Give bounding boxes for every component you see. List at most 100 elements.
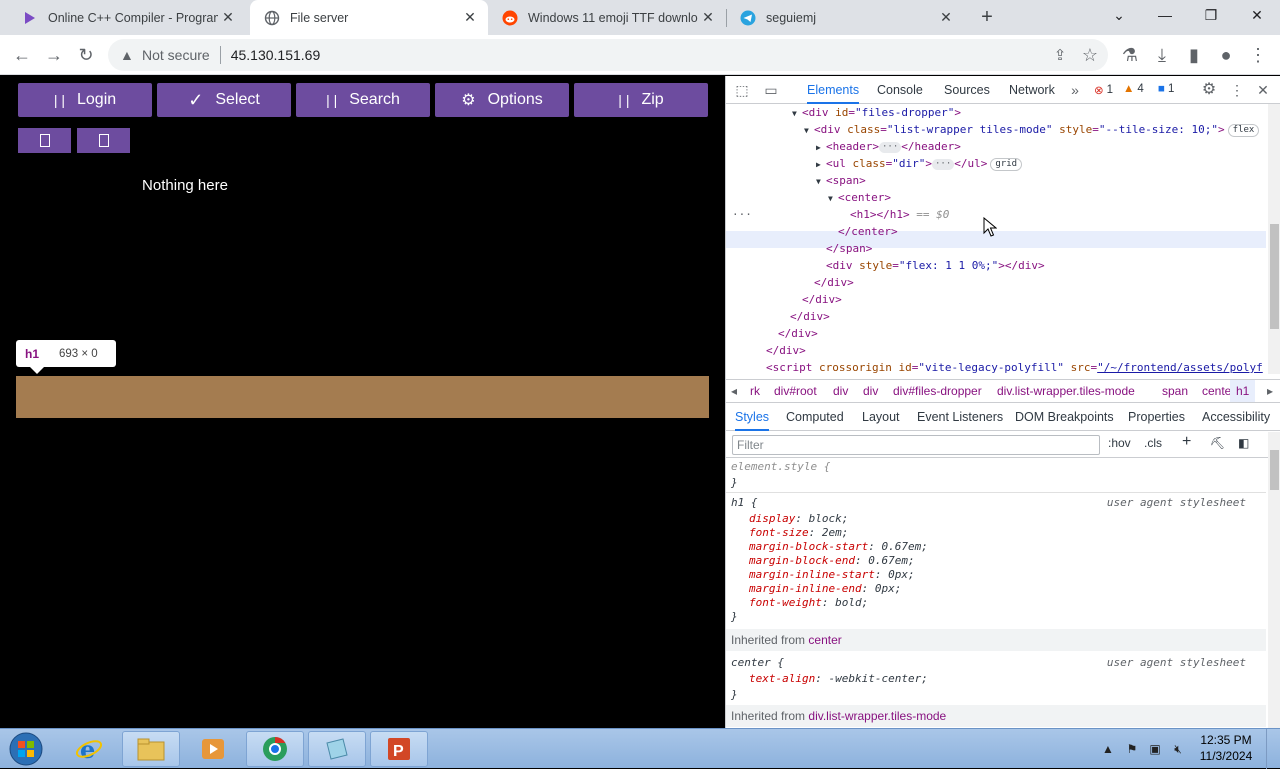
- crumb-item[interactable]: div#root: [774, 380, 817, 402]
- warning-icon[interactable]: ▲: [120, 47, 136, 63]
- dom-node[interactable]: <script crossorigin id="vite-legacy-poly…: [766, 359, 1263, 374]
- dom-node[interactable]: </div>: [814, 274, 854, 291]
- taskbar-file-explorer[interactable]: [122, 731, 180, 767]
- dom-node[interactable]: <div style="flex: 1 1 0%;"></div>: [826, 257, 1045, 274]
- subtab-layout[interactable]: Layout: [862, 404, 900, 431]
- styles-filter-input[interactable]: Filter: [732, 435, 1100, 455]
- dom-node[interactable]: </span>: [826, 240, 872, 257]
- tab-network[interactable]: Network: [1009, 76, 1055, 104]
- error-badge[interactable]: ⊗ 1: [1094, 83, 1113, 97]
- new-tab-button[interactable]: +: [976, 6, 998, 28]
- subtab-event-listeners[interactable]: Event Listeners: [917, 404, 1003, 431]
- close-tab-icon[interactable]: ✕: [698, 8, 718, 28]
- crumb-item[interactable]: div: [833, 380, 848, 402]
- scroll-thumb[interactable]: [1270, 224, 1279, 329]
- show-desktop-button[interactable]: [1266, 729, 1280, 769]
- action-center-flag-icon[interactable]: ⚑: [1124, 741, 1140, 757]
- subtab-accessibility[interactable]: Accessibility: [1202, 404, 1270, 431]
- close-tab-icon[interactable]: ✕: [936, 8, 956, 28]
- element-style-selector[interactable]: element.style {: [731, 460, 830, 474]
- crumb-item[interactable]: div.list-wrapper.tiles-mode: [997, 380, 1135, 402]
- taskbar-media-player[interactable]: [184, 731, 242, 767]
- css-declaration[interactable]: text-align: -webkit-center;: [749, 672, 928, 686]
- flex-badge[interactable]: flex: [1227, 123, 1260, 137]
- toggle-sidebar-icon[interactable]: ◧: [1238, 436, 1249, 450]
- minimize-icon[interactable]: —: [1142, 0, 1188, 30]
- dom-node[interactable]: </center>: [838, 223, 898, 240]
- css-declaration[interactable]: margin-block-start: 0.67em;: [749, 540, 928, 554]
- dom-node[interactable]: </div>: [778, 325, 818, 342]
- dom-node[interactable]: ▼ <center>: [828, 189, 891, 206]
- volume-muted-icon[interactable]: 🔇︎: [1170, 741, 1186, 757]
- styles-scrollbar[interactable]: [1268, 432, 1280, 728]
- tab-elements[interactable]: Elements: [807, 76, 860, 104]
- tab-sources[interactable]: Sources: [944, 76, 990, 104]
- search-button[interactable]: | | Search: [296, 83, 430, 117]
- close-tab-icon[interactable]: ✕: [218, 8, 238, 28]
- small-button-2[interactable]: [77, 128, 130, 153]
- subtab-styles[interactable]: Styles: [735, 404, 770, 431]
- device-toolbar-icon[interactable]: ▭: [762, 81, 780, 99]
- maximize-icon[interactable]: ❐: [1188, 0, 1234, 30]
- close-devtools-icon[interactable]: ✕: [1254, 81, 1272, 99]
- reload-icon[interactable]: ↻: [74, 43, 98, 67]
- scroll-thumb[interactable]: [1270, 450, 1279, 490]
- dom-node[interactable]: </div>: [802, 291, 842, 308]
- crumb-item[interactable]: rk: [750, 380, 760, 402]
- bookmark-star-icon[interactable]: ☆: [1078, 43, 1102, 67]
- security-label[interactable]: Not secure: [142, 47, 210, 63]
- profile-avatar-icon[interactable]: ●: [1214, 43, 1238, 67]
- h1-selector[interactable]: h1 {: [731, 496, 758, 510]
- show-hidden-icons[interactable]: ▲: [1100, 741, 1116, 757]
- inspect-element-icon[interactable]: ⬚: [733, 81, 751, 99]
- crumb-scroll-left-icon[interactable]: ◂: [731, 380, 737, 402]
- menu-kebab-icon[interactable]: ⋮: [1246, 43, 1270, 67]
- inherited-link[interactable]: div.list-wrapper.tiles-mode: [808, 709, 946, 723]
- options-button[interactable]: ⚙ Options: [435, 83, 569, 117]
- dom-node[interactable]: ▶ <header> ··· </header>: [816, 138, 961, 155]
- crumb-item-selected[interactable]: h1: [1230, 380, 1256, 402]
- tab-emoji-download[interactable]: Windows 11 emoji TTF downloa ✕: [488, 0, 726, 35]
- small-button-1[interactable]: [18, 128, 71, 153]
- close-window-icon[interactable]: ✕: [1234, 0, 1280, 30]
- subtab-computed[interactable]: Computed: [786, 404, 844, 431]
- zip-button[interactable]: | | Zip: [574, 83, 708, 117]
- settings-gear-icon[interactable]: ⚙: [1200, 81, 1218, 99]
- tab-seguiemj[interactable]: seguiemj ✕: [726, 0, 964, 35]
- taskbar-powerpoint[interactable]: P: [370, 731, 428, 767]
- taskbar-notepad[interactable]: [308, 731, 366, 767]
- share-icon[interactable]: ⇪: [1048, 43, 1072, 67]
- css-declaration[interactable]: display: block;: [749, 512, 848, 526]
- back-icon[interactable]: ←: [10, 43, 34, 67]
- crumb-item[interactable]: div: [863, 380, 878, 402]
- dom-node[interactable]: ▼ <div class="list-wrapper tiles-mode" st…: [804, 121, 1260, 138]
- row-ellipsis-icon[interactable]: ···: [732, 206, 752, 223]
- devtools-menu-icon[interactable]: ⋮: [1228, 81, 1246, 99]
- dom-node[interactable]: </div>: [790, 308, 830, 325]
- info-badge[interactable]: ■ 1: [1158, 83, 1174, 95]
- tab-file-server[interactable]: File server ✕: [250, 0, 488, 35]
- url-text[interactable]: 45.130.151.69: [231, 47, 321, 63]
- system-clock[interactable]: 12:35 PM 11/3/2024: [1196, 732, 1256, 764]
- grid-badge[interactable]: grid: [990, 157, 1023, 171]
- warning-badge[interactable]: ▲ 4: [1123, 83, 1144, 95]
- forward-icon[interactable]: →: [42, 43, 66, 67]
- tab-search-icon[interactable]: ⌄: [1096, 0, 1142, 30]
- more-tabs-icon[interactable]: »: [1066, 81, 1084, 99]
- dom-node-selected[interactable]: <h1></h1> == $0: [850, 206, 949, 223]
- dom-node[interactable]: </div>: [766, 342, 806, 359]
- subtab-dom-breakpoints[interactable]: DOM Breakpoints: [1015, 404, 1114, 431]
- taskbar-internet-explorer[interactable]: e: [60, 731, 118, 767]
- extensions-icon[interactable]: ⚗: [1118, 43, 1142, 67]
- crumb-item[interactable]: span: [1162, 380, 1188, 402]
- center-selector[interactable]: center {: [731, 656, 784, 670]
- css-declaration[interactable]: font-weight: bold;: [749, 596, 868, 610]
- network-icon[interactable]: ▣: [1147, 741, 1163, 757]
- close-tab-icon[interactable]: ✕: [460, 8, 480, 28]
- dom-node[interactable]: ▼ <span>: [816, 172, 866, 189]
- taskbar-chrome[interactable]: [246, 731, 304, 767]
- dom-scrollbar[interactable]: [1268, 104, 1280, 374]
- tab-console[interactable]: Console: [877, 76, 923, 104]
- paint-brush-icon[interactable]: ⛏: [1210, 436, 1225, 450]
- hov-button[interactable]: :hov: [1108, 436, 1131, 450]
